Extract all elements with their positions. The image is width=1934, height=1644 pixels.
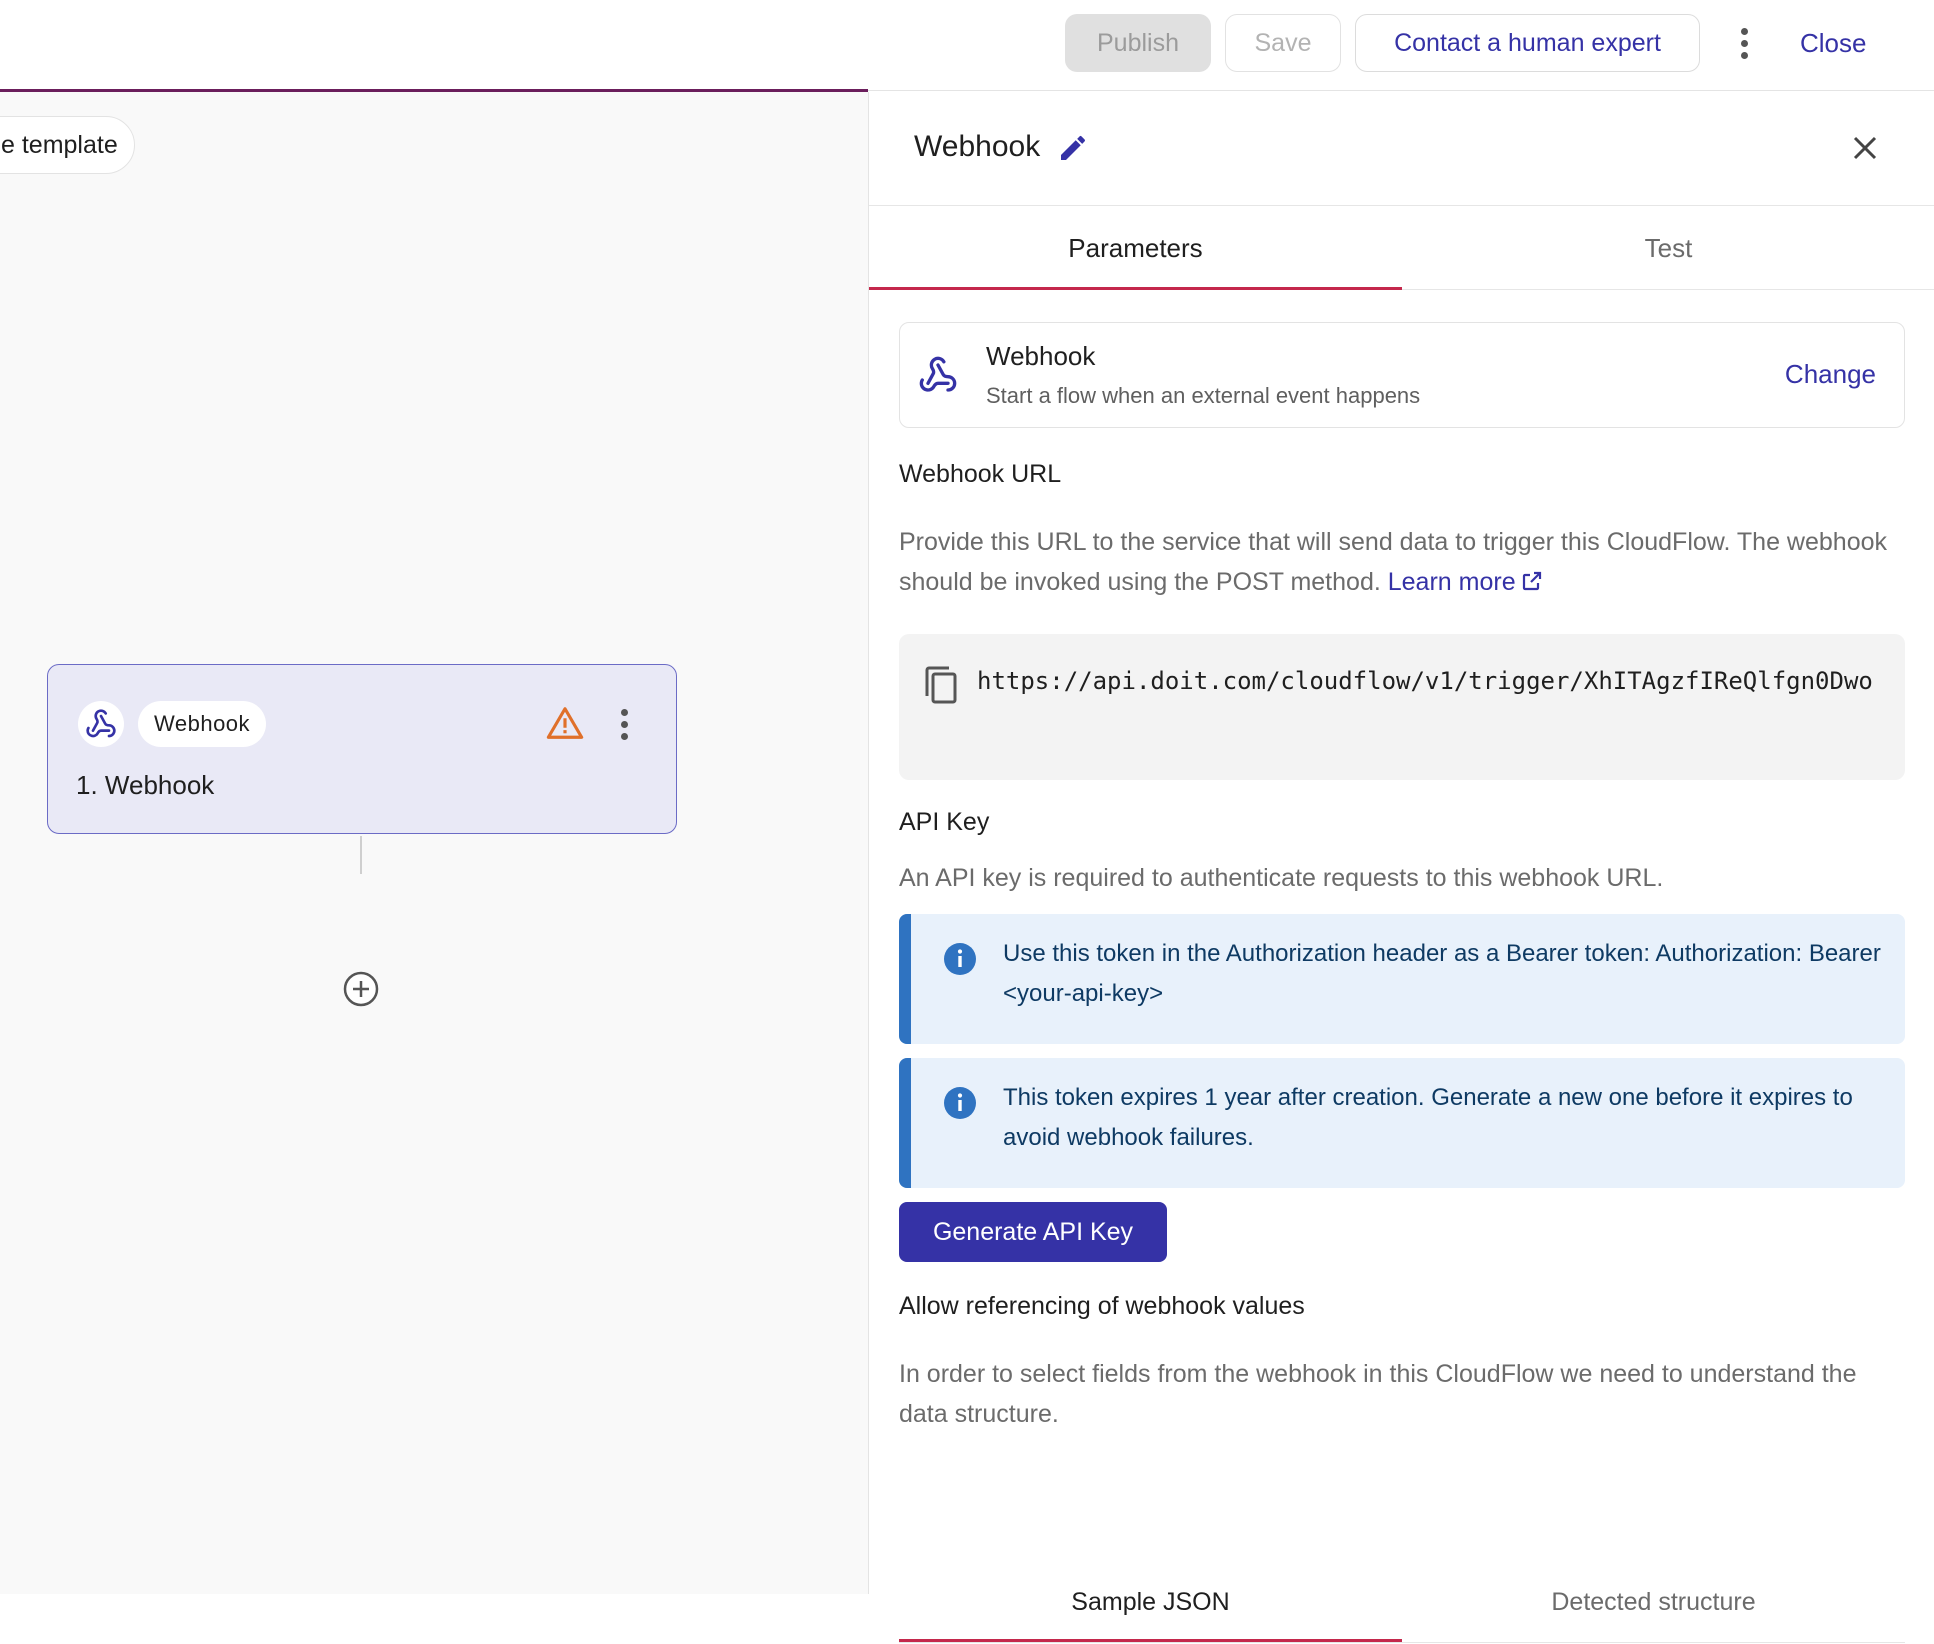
panel-title: Webhook bbox=[914, 130, 1041, 163]
tabs-divider bbox=[899, 1642, 1905, 1643]
info-alert-bearer: Use this token in the Authorization head… bbox=[899, 914, 1905, 1044]
add-circle-icon[interactable] bbox=[342, 970, 380, 1008]
panel-header: Webhook bbox=[869, 92, 1934, 206]
external-link-icon bbox=[1522, 571, 1541, 591]
edit-icon[interactable] bbox=[1057, 132, 1089, 164]
flow-node-webhook[interactable]: Webhook 1. Webhook bbox=[47, 664, 677, 834]
tab-test[interactable]: Test bbox=[1402, 206, 1934, 290]
top-bar: Publish Save Contact a human expert Clos… bbox=[0, 0, 1934, 92]
node-menu-icon[interactable] bbox=[614, 701, 634, 747]
info-icon bbox=[944, 943, 976, 975]
alert-accent-bar bbox=[899, 1058, 911, 1188]
more-vertical-icon[interactable] bbox=[1730, 22, 1758, 64]
learn-more-link[interactable]: Learn more bbox=[1388, 568, 1544, 596]
trigger-description: Start a flow when an external event happ… bbox=[986, 383, 1421, 408]
trigger-card: Webhook Start a flow when an external ev… bbox=[899, 322, 1905, 428]
warning-icon bbox=[546, 705, 584, 741]
active-tab-indicator bbox=[869, 287, 1402, 290]
close-button[interactable]: Close bbox=[1800, 22, 1866, 64]
info-icon bbox=[944, 1087, 976, 1119]
flow-canvas[interactable]: e template Webhook 1. Webhook bbox=[0, 92, 868, 1594]
tab-detected-structure[interactable]: Detected structure bbox=[1402, 1560, 1905, 1644]
alert-accent-bar bbox=[899, 914, 911, 1044]
active-tab-indicator bbox=[899, 1639, 1402, 1642]
referencing-title: Allow referencing of webhook values bbox=[899, 1292, 1305, 1320]
panel-tabs: Parameters Test bbox=[869, 206, 1934, 290]
node-title: 1. Webhook bbox=[76, 770, 215, 800]
webhook-url-description: Provide this URL to the service that wil… bbox=[899, 522, 1909, 602]
referencing-description: In order to select fields from the webho… bbox=[899, 1360, 1857, 1428]
webhook-url-box: https://api.doit.com/cloudflow/v1/trigge… bbox=[899, 634, 1905, 780]
trigger-name: Webhook bbox=[986, 341, 1096, 371]
api-key-title: API Key bbox=[899, 808, 990, 836]
webhook-url-value: https://api.doit.com/cloudflow/v1/trigge… bbox=[977, 667, 1873, 695]
publish-button[interactable]: Publish bbox=[1065, 14, 1211, 72]
node-type-badge: Webhook bbox=[138, 701, 267, 747]
webhook-url-title: Webhook URL bbox=[899, 460, 1062, 488]
generate-api-key-button[interactable]: Generate API Key bbox=[899, 1202, 1167, 1262]
tab-sample-json[interactable]: Sample JSON bbox=[899, 1560, 1402, 1644]
info-alert-expiry: This token expires 1 year after creation… bbox=[899, 1058, 1905, 1188]
copy-icon[interactable] bbox=[921, 664, 959, 706]
close-icon[interactable] bbox=[1847, 130, 1883, 166]
save-button[interactable]: Save bbox=[1225, 14, 1341, 72]
learn-more-label[interactable]: Learn more bbox=[1388, 568, 1516, 596]
contact-expert-button[interactable]: Contact a human expert bbox=[1355, 14, 1700, 72]
alert-text: This token expires 1 year after creation… bbox=[1003, 1084, 1853, 1151]
alert-text: Use this token in the Authorization head… bbox=[1003, 940, 1881, 1007]
node-config-panel: Webhook Parameters Test Webhook Start a … bbox=[868, 92, 1934, 1643]
tab-parameters[interactable]: Parameters bbox=[869, 206, 1402, 290]
api-key-description: An API key is required to authenticate r… bbox=[899, 864, 1664, 892]
node-connector bbox=[360, 836, 362, 874]
webhook-icon bbox=[916, 353, 960, 397]
template-pill[interactable]: e template bbox=[0, 116, 135, 174]
change-trigger-button[interactable]: Change bbox=[1785, 359, 1876, 390]
webhook-icon bbox=[78, 701, 124, 747]
